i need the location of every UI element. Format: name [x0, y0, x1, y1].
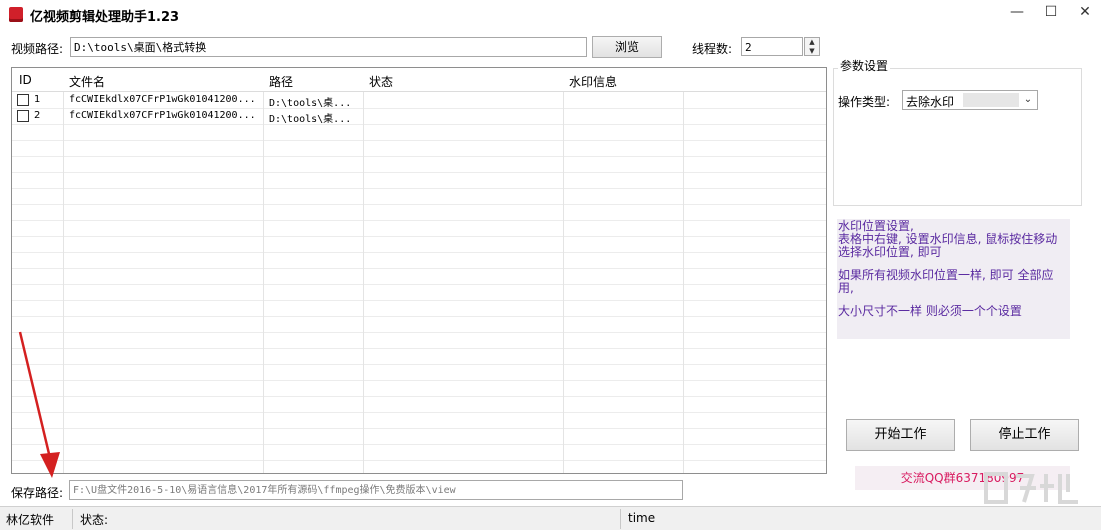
status-bar: 林亿软件 状态: time	[0, 506, 1101, 530]
header-path[interactable]: 路径	[269, 73, 293, 90]
row-filename: fcCWIEkdlx07CFrP1wGk01041200...	[69, 94, 256, 105]
col-divider	[64, 68, 264, 473]
start-button[interactable]: 开始工作	[846, 419, 955, 451]
status-divider	[620, 509, 621, 529]
op-type-select[interactable]: 去除水印 ⌄	[902, 90, 1038, 110]
row-id: 1	[34, 94, 41, 105]
col-divider	[364, 68, 564, 473]
file-table[interactable]: ID 文件名 路径 状态 水印信息 1 fcCWIEkdlx07CFrP1wGk…	[11, 67, 827, 474]
hint-text-1: 水印位置设置, 表格中右键, 设置水印信息, 鼠标按住移动选择水印位置, 即可	[838, 219, 1058, 259]
row-path: D:\tools\桌...	[269, 114, 352, 125]
row-path: D:\tools\桌...	[269, 98, 352, 109]
row-checkbox[interactable]	[17, 110, 29, 122]
status-divider	[72, 509, 73, 529]
table-header: ID 文件名 路径 状态 水印信息	[12, 68, 826, 92]
save-path-label: 保存路径:	[11, 486, 64, 500]
threads-label: 线程数:	[692, 42, 733, 56]
maximize-button[interactable]: ☐	[1034, 0, 1068, 26]
table-row[interactable]: 1 fcCWIEkdlx07CFrP1wGk01041200... D:\too…	[12, 93, 826, 109]
close-button[interactable]: ✕	[1068, 0, 1101, 26]
stop-button[interactable]: 停止工作	[970, 419, 1079, 451]
status-company: 林亿软件	[6, 513, 55, 527]
col-divider	[564, 68, 684, 473]
save-path-input[interactable]: F:\U盘文件2016-5-10\易语言信息\2017年所有源码\ffmpeg操…	[69, 480, 683, 500]
op-type-value: 去除水印	[906, 95, 955, 109]
annotation-arrow	[18, 331, 60, 478]
header-id[interactable]: ID	[19, 73, 32, 87]
title-bar: 亿视频剪辑处理助手1.23 — ☐ ✕	[0, 0, 1101, 30]
params-group	[833, 68, 1082, 206]
threads-input[interactable]: 2	[741, 37, 803, 56]
spin-down-icon[interactable]: ▼	[805, 47, 819, 56]
row-id: 2	[34, 110, 41, 121]
chevron-down-icon[interactable]: ⌄	[1019, 91, 1037, 109]
minimize-button[interactable]: —	[1000, 0, 1034, 26]
status-time: time	[628, 511, 656, 525]
window-title: 亿视频剪辑处理助手1.23	[30, 10, 180, 25]
site-watermark-logo	[984, 472, 1078, 504]
hint-text-2: 如果所有视频水印位置一样, 即可 全部应用,	[838, 268, 1054, 295]
threads-spinner[interactable]: ▲ ▼	[804, 37, 820, 56]
op-type-label: 操作类型:	[838, 95, 891, 109]
app-icon	[9, 7, 23, 22]
col-divider	[264, 68, 364, 473]
header-filename[interactable]: 文件名	[69, 73, 105, 90]
browse-button[interactable]: 浏览	[592, 36, 662, 58]
table-row[interactable]: 2 fcCWIEkdlx07CFrP1wGk01041200... D:\too…	[12, 109, 826, 125]
row-filename: fcCWIEkdlx07CFrP1wGk01041200...	[69, 110, 256, 121]
status-state-label: 状态:	[80, 513, 109, 527]
combo-highlight	[963, 93, 1019, 107]
hint-text-3: 大小尺寸不一样 则必须一个个设置	[838, 304, 1022, 318]
params-group-title: 参数设置	[838, 57, 891, 74]
hint-box: 水印位置设置, 表格中右键, 设置水印信息, 鼠标按住移动选择水印位置, 即可 …	[837, 219, 1070, 339]
video-path-label: 视频路径:	[11, 42, 64, 56]
header-status[interactable]: 状态	[369, 73, 393, 90]
spin-up-icon[interactable]: ▲	[805, 38, 819, 47]
row-checkbox[interactable]	[17, 94, 29, 106]
video-path-input[interactable]: D:\tools\桌面\格式转换	[70, 37, 587, 57]
header-watermark[interactable]: 水印信息	[569, 73, 617, 90]
